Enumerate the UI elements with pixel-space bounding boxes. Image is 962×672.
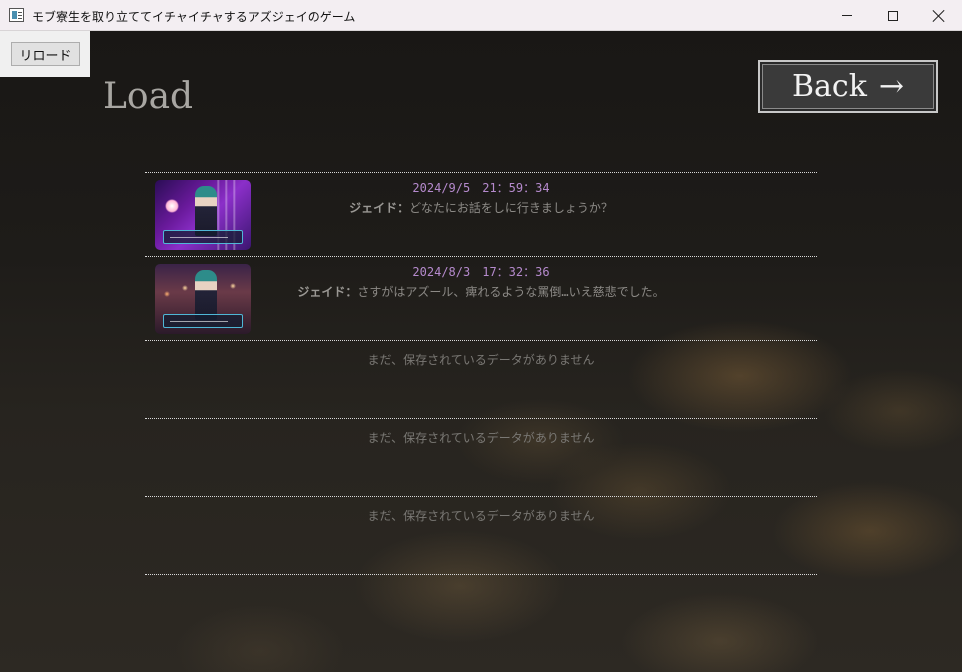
close-icon [933, 10, 945, 22]
divider [145, 574, 817, 575]
back-button[interactable]: Back → [758, 60, 938, 113]
maximize-icon [888, 10, 898, 21]
save-dialogue: ジェイド：どなたにお話をしに行きましょうか？ [41, 199, 921, 216]
save-date: 2024/9/5 21：59：34 [412, 181, 550, 195]
speaker-name: ジェイド： [297, 285, 358, 299]
save-slot-1[interactable]: 2024/9/5 21：59：34 ジェイド：どなたにお話をしに行きましょうか？ [145, 172, 817, 256]
minimize-button[interactable] [824, 0, 870, 31]
save-slot-4[interactable]: まだ、保存されているデータがありません [145, 418, 817, 496]
speaker-name: ジェイド： [349, 201, 410, 215]
minimize-icon [842, 15, 852, 16]
save-slot-3[interactable]: まだ、保存されているデータがありません [145, 340, 817, 418]
window-titlebar: モブ寮生を取り立ててイチャイチャするアズジェイのゲーム [0, 0, 962, 31]
empty-slot-text: まだ、保存されているデータがありません [367, 353, 595, 367]
page-title: Load [103, 76, 194, 117]
save-slot-2[interactable]: 2024/8/3 17：32：36 ジェイド：さすがはアズール、痺れるような罵倒… [145, 256, 817, 340]
close-button[interactable] [916, 0, 962, 31]
thumbnail-textbox [163, 230, 243, 244]
empty-slot-text: まだ、保存されているデータがありません [367, 509, 595, 523]
arrow-right-icon: → [878, 69, 905, 104]
save-date: 2024/8/3 17：32：36 [412, 265, 550, 279]
window-title: モブ寮生を取り立ててイチャイチャするアズジェイのゲーム [32, 10, 356, 24]
save-dialogue: ジェイド：さすがはアズール、痺れるような罵倒…いえ慈悲でした。 [41, 283, 921, 300]
app-icon [9, 8, 24, 22]
reload-button[interactable]: リロード [11, 42, 80, 66]
dialogue-text: さすがはアズール、痺れるような罵倒…いえ慈悲でした。 [357, 285, 665, 299]
maximize-button[interactable] [870, 0, 916, 31]
back-label: Back [791, 69, 867, 104]
save-slot-list: 2024/9/5 21：59：34 ジェイド：どなたにお話をしに行きましょうか？… [145, 172, 817, 575]
save-slot-5[interactable]: まだ、保存されているデータがありません [145, 496, 817, 574]
thumbnail-textbox [163, 314, 243, 328]
dialogue-text: どなたにお話をしに行きましょうか？ [409, 201, 613, 215]
empty-slot-text: まだ、保存されているデータがありません [367, 431, 595, 445]
